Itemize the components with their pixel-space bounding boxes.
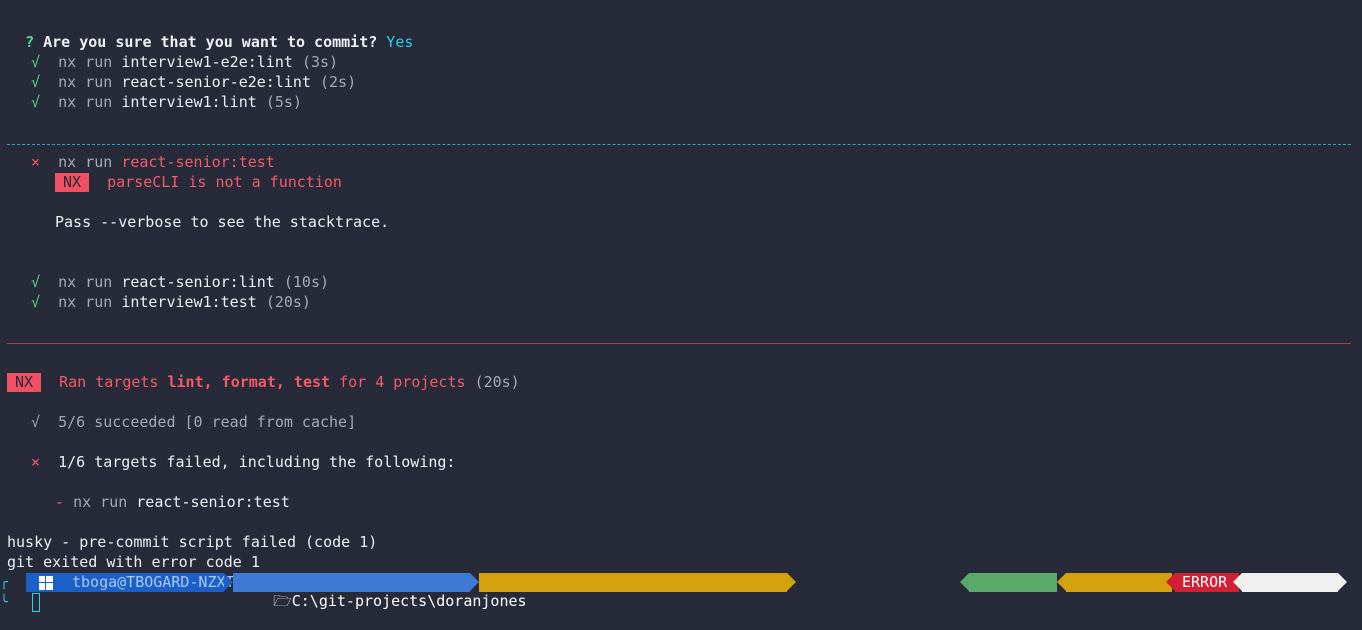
- terminal-cursor[interactable]: [32, 593, 40, 612]
- task-row: √ nx run react-senior:lint (10s): [31, 272, 329, 292]
- clock-segment: 00:28:13 ◷: [1242, 573, 1354, 610]
- cross-icon: ×: [31, 453, 41, 471]
- task-time: (2s): [320, 73, 357, 91]
- segment-arrow: [224, 573, 233, 591]
- branch-segment: ᚠ SOP-0001 ≢ ✍~1: [479, 573, 683, 610]
- branch-name: SOP-0001: [547, 592, 620, 610]
- path-segment: 🗁C:\git-projects\doranjones: [233, 573, 527, 610]
- windows-segment: [26, 573, 66, 592]
- task-row: √ nx run react-senior-e2e:lint (2s): [31, 72, 356, 92]
- task-prefix: nx run: [58, 273, 113, 291]
- segment-arrow: [1338, 573, 1347, 591]
- task-target: interview1-e2e:lint: [121, 53, 293, 71]
- summary-suffix: for 4 projects: [339, 373, 466, 391]
- segment-arrow: [470, 573, 479, 591]
- check-icon: √: [31, 93, 41, 111]
- husky-message: husky - pre-commit script failed (code 1…: [7, 533, 378, 551]
- node-segment: 20.14.0 ⬢: [969, 573, 1096, 610]
- prompt-corner-bottom: ╰: [0, 595, 8, 610]
- task-time: (20s): [265, 293, 311, 311]
- duration-segment: 11m 6.84s ⧗: [1066, 573, 1208, 610]
- task-target: react-senior:lint: [121, 273, 275, 291]
- task-prefix: nx run: [58, 73, 113, 91]
- question-text: Are you sure that you want to commit?: [43, 33, 378, 51]
- commit-confirm-line: ? Are you sure that you want to commit? …: [7, 12, 413, 51]
- user-segment: tboga@TBOGARD-NZXT: [66, 573, 235, 592]
- cross-icon: ×: [31, 153, 41, 171]
- summary-targets: lint, format, test: [167, 373, 331, 391]
- windows-icon: [39, 576, 53, 590]
- segment-arrow: [1233, 573, 1242, 591]
- check-icon: √: [31, 273, 41, 291]
- segment-arrow: [1166, 573, 1175, 591]
- question-mark: ?: [25, 33, 35, 51]
- task-target: react-senior:test: [136, 493, 290, 511]
- task-target: react-senior-e2e:lint: [121, 73, 311, 91]
- changes-text: ☑+3 ~15 -1: [713, 592, 804, 610]
- task-prefix: nx run: [58, 93, 113, 111]
- clock-text: 00:28:13: [1282, 592, 1355, 610]
- task-time: (10s): [283, 273, 330, 291]
- summary-line: NX Ran targets lint, format, test for 4 …: [7, 372, 520, 392]
- error-segment: ERROR: [1175, 573, 1239, 592]
- verbose-hint: Pass --verbose to see the stacktrace.: [55, 213, 390, 231]
- divider-solid: [7, 343, 1351, 344]
- hourglass-icon: ⧗: [1197, 592, 1208, 610]
- task-prefix: nx run: [58, 293, 113, 311]
- task-row: √ nx run interview1:test (20s): [31, 292, 311, 312]
- task-prefix: nx run: [73, 493, 128, 511]
- fail-summary: × 1/6 targets failed, including the foll…: [31, 452, 455, 472]
- node-version: 20.14.0: [1011, 592, 1075, 610]
- changes-segment: ☑+3 ~15 -1: [663, 573, 803, 610]
- check-icon: √: [31, 413, 41, 431]
- duration-text: 11m 6.84s: [1107, 592, 1189, 610]
- nx-badge: NX: [7, 373, 42, 392]
- failed-item: - nx run react-senior:test: [55, 492, 290, 512]
- divider-dashed: [7, 144, 1351, 145]
- task-row: √ nx run interview1:lint (5s): [31, 92, 302, 112]
- question-answer: Yes: [386, 33, 414, 51]
- segment-arrow: [960, 573, 969, 591]
- task-target: interview1:test: [121, 293, 257, 311]
- task-row: √ nx run interview1-e2e:lint (3s): [31, 52, 338, 72]
- failed-task-row: × nx run react-senior:test: [31, 152, 275, 172]
- segment-arrow: [1057, 573, 1066, 591]
- check-icon: √: [31, 293, 41, 311]
- summary-prefix: Ran targets: [59, 373, 159, 391]
- task-time: (5s): [265, 93, 302, 111]
- task-prefix: nx run: [58, 53, 113, 71]
- success-summary: √ 5/6 succeeded [0 read from cache]: [31, 412, 356, 432]
- error-message: parseCLI is not a function: [107, 173, 342, 191]
- check-icon: √: [31, 53, 41, 71]
- fail-text: 1/6 targets failed, including the follow…: [58, 453, 456, 471]
- prompt-corner-top: ╭: [0, 575, 8, 590]
- git-exit-message: git exited with error code 1: [7, 553, 260, 571]
- segment-arrow: [787, 573, 796, 591]
- summary-time: (20s): [474, 373, 520, 391]
- prompt-bar: ╭ tboga@TBOGARD-NZXT 🗁C:\git-projects\do…: [0, 573, 1362, 610]
- task-prefix: nx run: [58, 153, 113, 171]
- task-target: react-senior:test: [121, 153, 275, 171]
- check-icon: √: [31, 73, 41, 91]
- branch-icon: ᚠ: [529, 592, 539, 610]
- error-line: NX parseCLI is not a function: [55, 172, 342, 192]
- task-target: interview1:lint: [121, 93, 257, 111]
- dash: -: [55, 493, 65, 511]
- task-time: (3s): [301, 53, 339, 71]
- folder-icon: 🗁: [273, 592, 292, 610]
- success-text: 5/6 succeeded [0 read from cache]: [58, 413, 357, 431]
- nx-badge: NX: [55, 173, 90, 192]
